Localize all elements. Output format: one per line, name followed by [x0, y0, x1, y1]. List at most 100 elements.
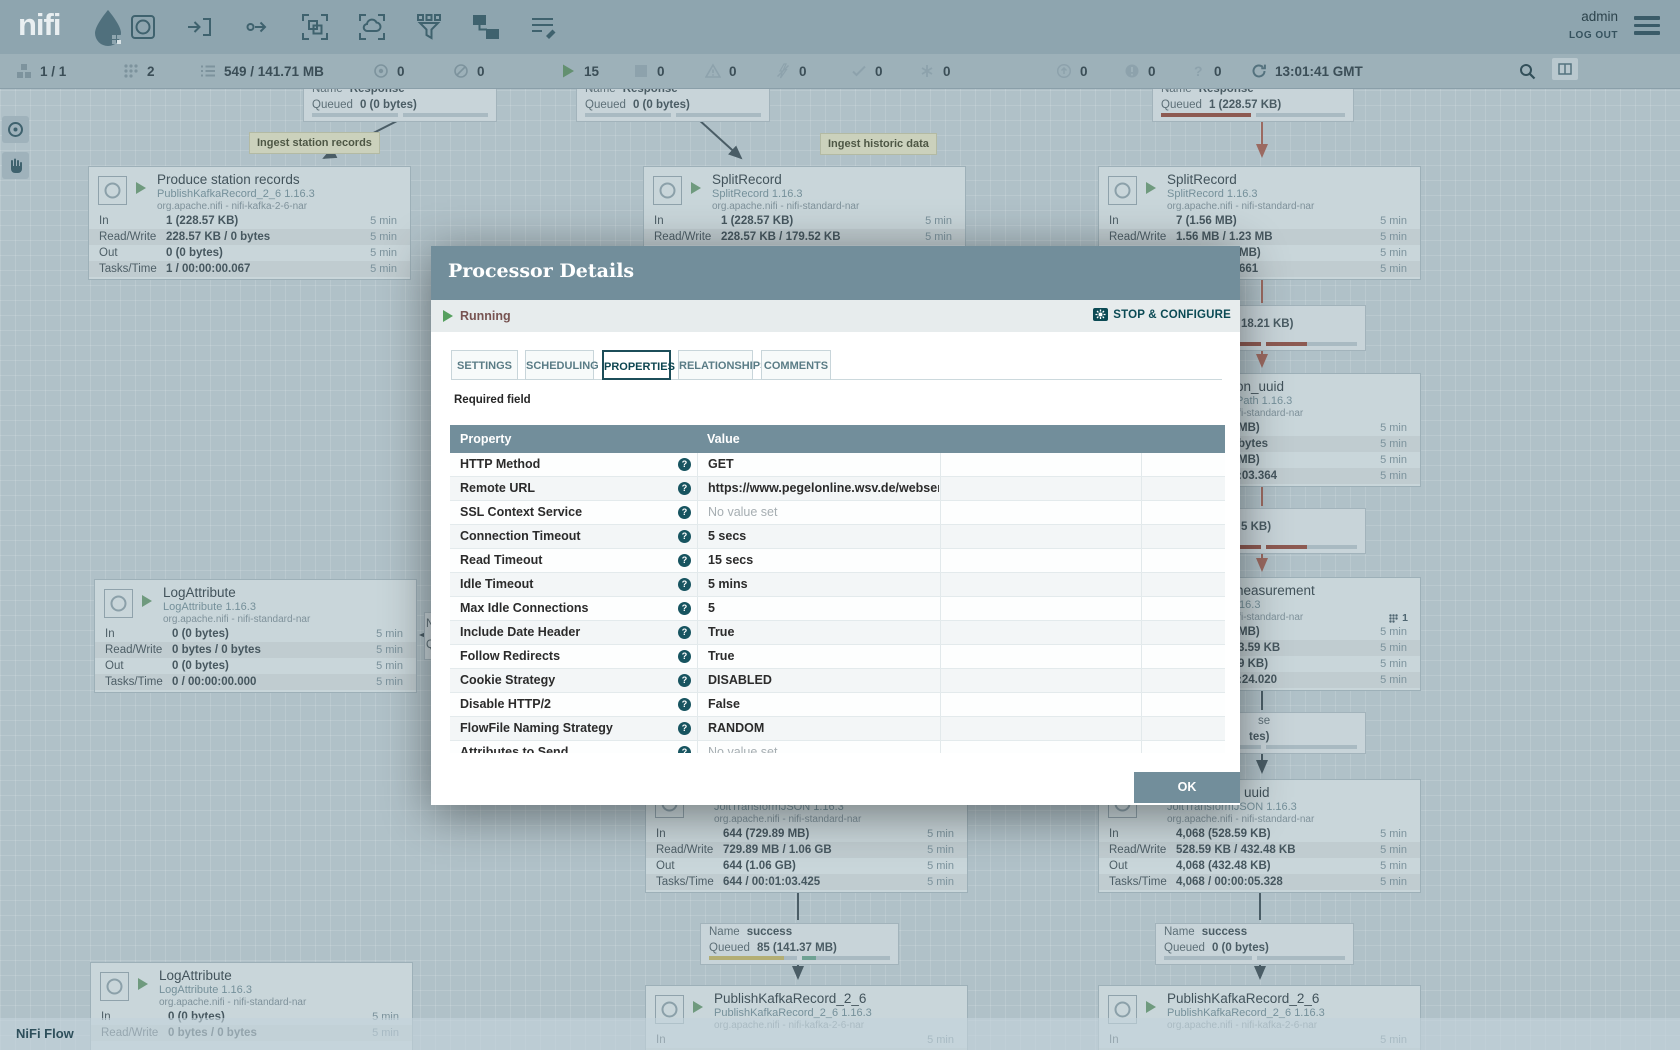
- ok-button[interactable]: OK: [1134, 772, 1240, 803]
- nifi-logo: nifi: [18, 7, 61, 43]
- property-row: Include Date Header? True: [450, 621, 1225, 645]
- property-row: SSL Context Service? No value set: [450, 501, 1225, 525]
- tab-relationships[interactable]: RELATIONSHIPS: [678, 350, 753, 380]
- stopped-icon: [633, 63, 649, 79]
- tab-settings[interactable]: SETTINGS: [451, 350, 518, 380]
- active-threads-badge: 1: [1389, 612, 1408, 624]
- global-menu-icon[interactable]: [1634, 16, 1660, 38]
- drag-processor-icon[interactable]: [128, 12, 158, 42]
- running-icon: [560, 63, 576, 79]
- refresh-icon[interactable]: [1251, 63, 1267, 79]
- help-icon[interactable]: ?: [678, 578, 691, 591]
- property-row: Remote URL? https://www.pegelonline.wsv.…: [450, 477, 1225, 501]
- navigate-button[interactable]: [2, 116, 29, 143]
- disabled-bolt-icon: [775, 63, 791, 79]
- help-icon[interactable]: ?: [678, 650, 691, 663]
- running-status-icon: [138, 978, 148, 990]
- property-value[interactable]: 15 secs: [697, 549, 939, 572]
- queue-bars: [585, 113, 761, 117]
- help-icon[interactable]: ?: [678, 674, 691, 687]
- stop-and-configure-button[interactable]: STOP & CONFIGURE: [1093, 308, 1231, 321]
- property-name: Read Timeout?: [450, 549, 697, 572]
- processor-icon: [1108, 176, 1137, 205]
- help-icon[interactable]: ?: [678, 746, 691, 753]
- app-header: nifi admin LOG OUT: [0, 0, 1680, 54]
- processor-produce-station-records[interactable]: Produce station records PublishKafkaReco…: [88, 166, 411, 280]
- property-name: Attributes to Send?: [450, 741, 697, 753]
- processor-details-dialog: Processor Details Running STOP & CONFIGU…: [431, 246, 1240, 805]
- property-name: Cookie Strategy?: [450, 669, 697, 692]
- properties-table-body: HTTP Method? GET Remote URL? https://www…: [450, 453, 1225, 753]
- drag-input-port-icon[interactable]: [185, 12, 215, 42]
- running-status-icon: [693, 1001, 703, 1013]
- help-icon[interactable]: ?: [678, 698, 691, 711]
- drag-label-icon[interactable]: [528, 12, 558, 42]
- queued-list-icon: [200, 63, 216, 79]
- property-value[interactable]: 5 mins: [697, 573, 939, 596]
- help-icon[interactable]: ?: [678, 530, 691, 543]
- connection-label-success-2[interactable]: Namesuccess Queued0 (0 bytes): [1155, 923, 1354, 965]
- processor-logattribute[interactable]: LogAttribute LogAttribute 1.16.3 org.apa…: [94, 579, 417, 693]
- tab-comments[interactable]: COMMENTS: [761, 350, 831, 380]
- question-icon: ?: [1190, 63, 1206, 79]
- help-icon[interactable]: ?: [678, 722, 691, 735]
- last-refresh: 13:01:41 GMT: [1251, 63, 1363, 79]
- connection-label-success-1[interactable]: Namesuccess Queued85 (141.37 MB): [700, 923, 899, 965]
- property-value[interactable]: True: [697, 645, 939, 668]
- help-icon[interactable]: ?: [678, 506, 691, 519]
- property-row: Read Timeout? 15 secs: [450, 549, 1225, 573]
- search-button[interactable]: [1519, 63, 1536, 79]
- required-field-hint: Required field: [454, 394, 531, 406]
- property-name: FlowFile Naming Strategy?: [450, 717, 697, 740]
- operate-hand-button[interactable]: [2, 152, 29, 179]
- logout-link[interactable]: LOG OUT: [1569, 30, 1618, 41]
- help-icon[interactable]: ?: [678, 626, 691, 639]
- drag-output-port-icon[interactable]: [243, 12, 273, 42]
- running-status-icon: [136, 182, 146, 194]
- panel-toggle-button[interactable]: [1552, 61, 1578, 77]
- check-icon: [851, 63, 867, 79]
- help-icon[interactable]: ?: [678, 482, 691, 495]
- property-value[interactable]: No value set: [697, 501, 939, 524]
- property-value[interactable]: RANDOM: [697, 717, 939, 740]
- property-value[interactable]: GET: [697, 453, 939, 476]
- search-icon: [1519, 63, 1536, 80]
- property-value[interactable]: 5 secs: [697, 525, 939, 548]
- queue-bars: [1161, 113, 1345, 117]
- canvas-label-ingest-station-records[interactable]: Ingest station records: [249, 132, 380, 154]
- property-row: FlowFile Naming Strategy? RANDOM: [450, 717, 1225, 741]
- property-value[interactable]: 5: [697, 597, 939, 620]
- help-icon[interactable]: ?: [678, 602, 691, 615]
- property-value[interactable]: https://www.pegelonline.wsv.de/webservic…: [697, 477, 939, 500]
- running-status-icon: [691, 182, 701, 194]
- status-bar: 1 / 1 2 549 / 141.71 MB 0 0 15 0 0: [0, 54, 1680, 89]
- property-value[interactable]: False: [697, 693, 939, 716]
- property-value[interactable]: No value set: [697, 741, 939, 753]
- current-user: admin: [1569, 9, 1618, 24]
- properties-table-header: Property Value: [450, 425, 1225, 453]
- property-name: Disable HTTP/2?: [450, 693, 697, 716]
- property-name: Include Date Header?: [450, 621, 697, 644]
- drag-process-group-icon[interactable]: [300, 12, 330, 42]
- property-value[interactable]: DISABLED: [697, 669, 939, 692]
- property-row: Follow Redirects? True: [450, 645, 1225, 669]
- dialog-status-row: Running STOP & CONFIGURE: [431, 300, 1240, 332]
- drag-remote-process-group-icon[interactable]: [357, 12, 387, 42]
- drag-funnel-icon[interactable]: [414, 12, 444, 42]
- property-row: Disable HTTP/2? False: [450, 693, 1225, 717]
- property-name: Max Idle Connections?: [450, 597, 697, 620]
- help-icon[interactable]: ?: [678, 458, 691, 471]
- tab-scheduling[interactable]: SCHEDULING: [525, 350, 594, 380]
- svg-text:?: ?: [1194, 63, 1203, 79]
- column-property: Property: [460, 425, 511, 453]
- property-row: HTTP Method? GET: [450, 453, 1225, 477]
- breadcrumb[interactable]: NiFi Flow: [16, 1026, 74, 1041]
- tab-properties[interactable]: PROPERTIES: [602, 350, 671, 380]
- transmitting-icon: [373, 63, 389, 79]
- drag-template-icon[interactable]: [471, 12, 501, 42]
- not-transmitting-icon: [453, 63, 469, 79]
- canvas-label-ingest-historic-data[interactable]: Ingest historic data: [820, 133, 937, 155]
- properties-table: Property Value HTTP Method? GET Remote U…: [450, 425, 1225, 753]
- help-icon[interactable]: ?: [678, 554, 691, 567]
- property-value[interactable]: True: [697, 621, 939, 644]
